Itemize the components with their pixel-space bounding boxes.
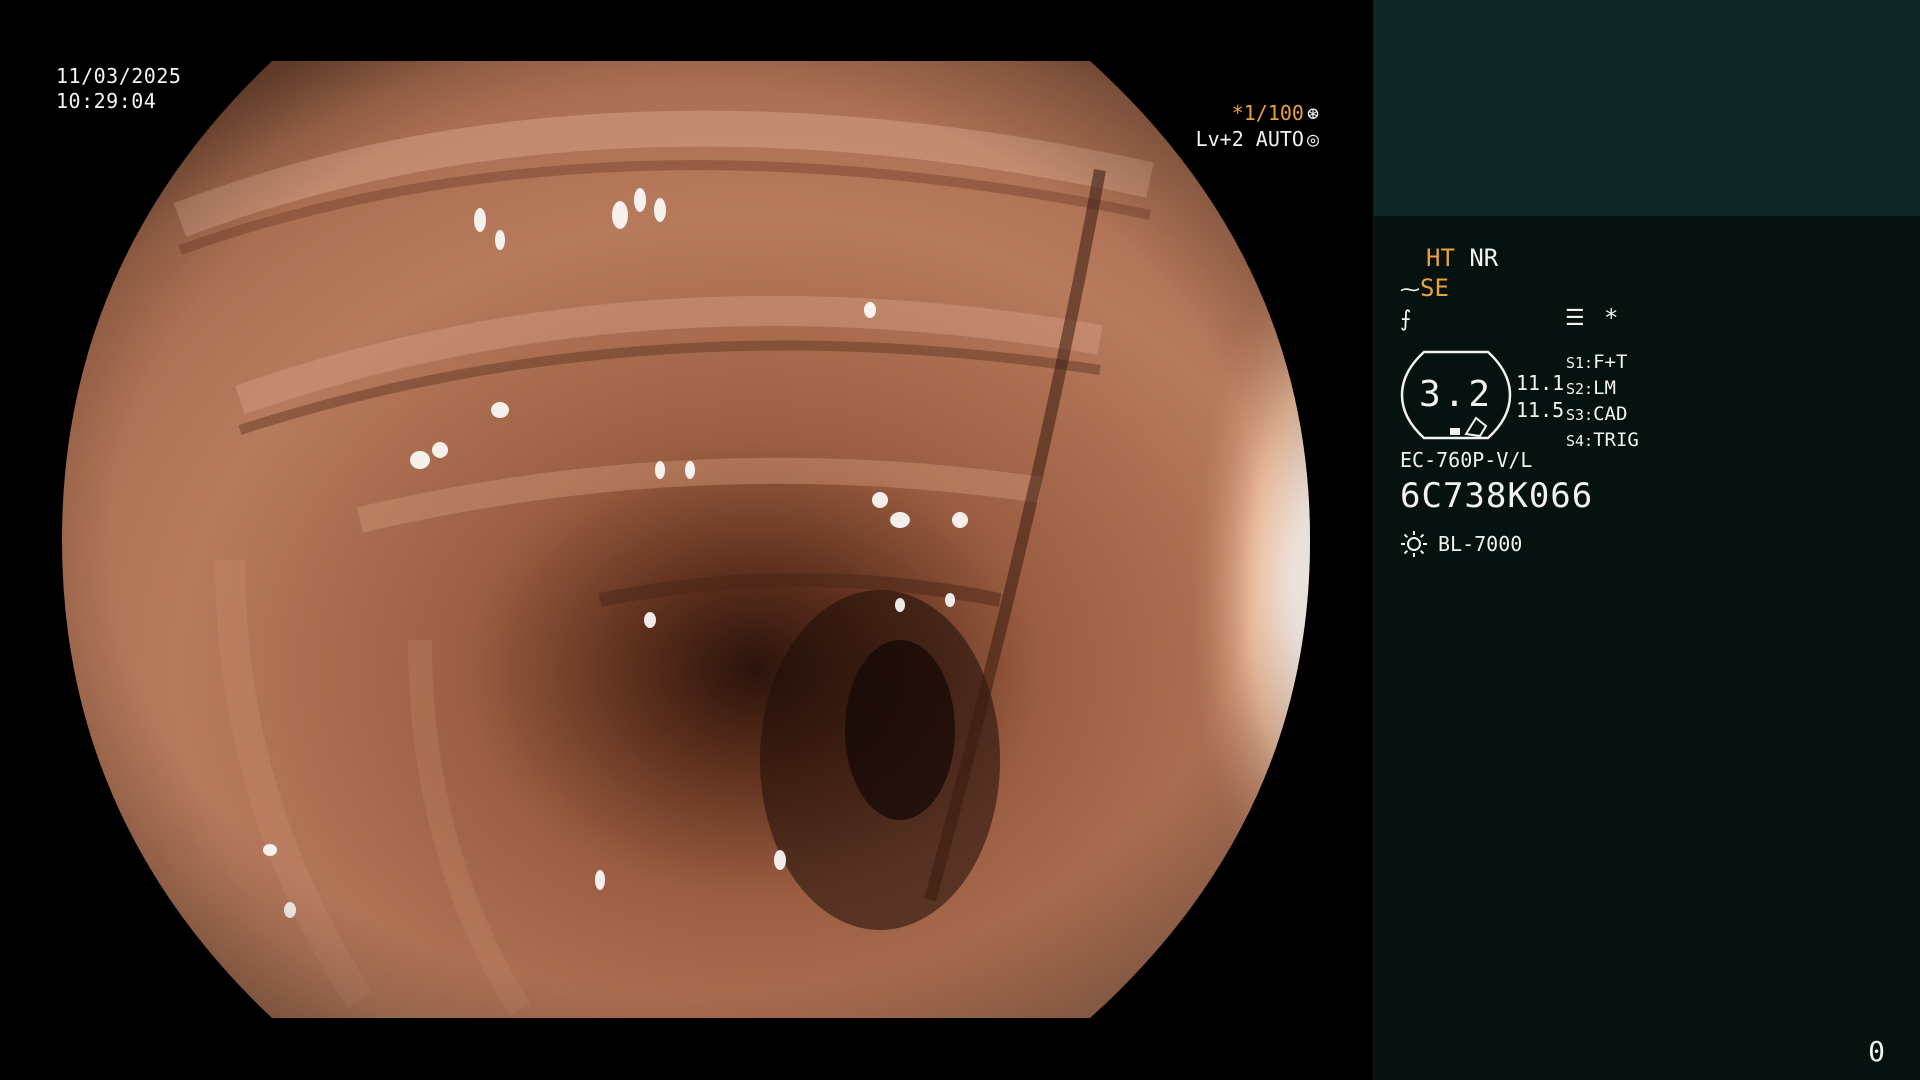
star-mark: * — [1604, 304, 1619, 332]
date-time: 11/03/2025 10:29:04 — [56, 64, 181, 114]
shutter-info: *1/100 ⊛ Lv+2 AUTO ◎ — [1196, 100, 1319, 152]
list-icon: ☰ — [1565, 306, 1585, 331]
shutter-speed: *1/100 — [1231, 101, 1304, 125]
freeze-row: ⨍ — [1400, 304, 1411, 334]
iris-icon: ◎ — [1306, 127, 1319, 151]
switch-row: S2:LM — [1566, 377, 1616, 399]
ht-label: HT — [1426, 244, 1455, 272]
light-source-row: BL-7000 — [1400, 530, 1522, 558]
light-source-icon — [1401, 531, 1427, 557]
nr-label: NR — [1469, 244, 1499, 272]
date-text: 11/03/2025 — [56, 64, 182, 88]
light-source-label: BL-7000 — [1438, 532, 1523, 556]
value-1: 11.1 — [1516, 371, 1565, 395]
endoscope-image — [62, 61, 1310, 1018]
switch-row: S1:F+T — [1566, 351, 1628, 373]
ht-nr-row: HT NR — [1426, 244, 1498, 272]
switch-row: S4:TRIG — [1566, 429, 1639, 451]
scope-model: EC-760P-V/L — [1400, 448, 1533, 472]
time-text: 10:29:04 — [56, 89, 157, 113]
switch-row: S3:CAD — [1566, 403, 1628, 425]
zoom-value: 3.2 — [1418, 374, 1494, 415]
se-label: SE — [1420, 274, 1449, 302]
enhance-icon: ⁓ — [1400, 277, 1420, 301]
brightness-level: Lv+2 AUTO — [1195, 127, 1304, 151]
shutter-icon: ⊛ — [1306, 101, 1319, 125]
endoscope-viewport: 11/03/2025 10:29:04 *1/100 ⊛ Lv+2 AUTO ◎ — [0, 0, 1373, 1080]
frame-counter: 0 — [1868, 1035, 1885, 1068]
freeze-icon: ⨍ — [1400, 307, 1412, 332]
se-row: ⁓SE — [1400, 274, 1449, 303]
panel-header-area — [1374, 0, 1920, 216]
status-panel: HT NR ⁓SE ⨍ ☰ * 3.2 11.1 11.5 S1:F+T S2:… — [1373, 0, 1920, 1080]
value-list: 11.1 11.5 — [1516, 370, 1564, 424]
scope-serial: 6C738K066 — [1400, 476, 1594, 516]
value-2: 11.5 — [1516, 398, 1565, 422]
switch-assignments: S1:F+T S2:LM S3:CAD S4:TRIG — [1566, 350, 1639, 454]
